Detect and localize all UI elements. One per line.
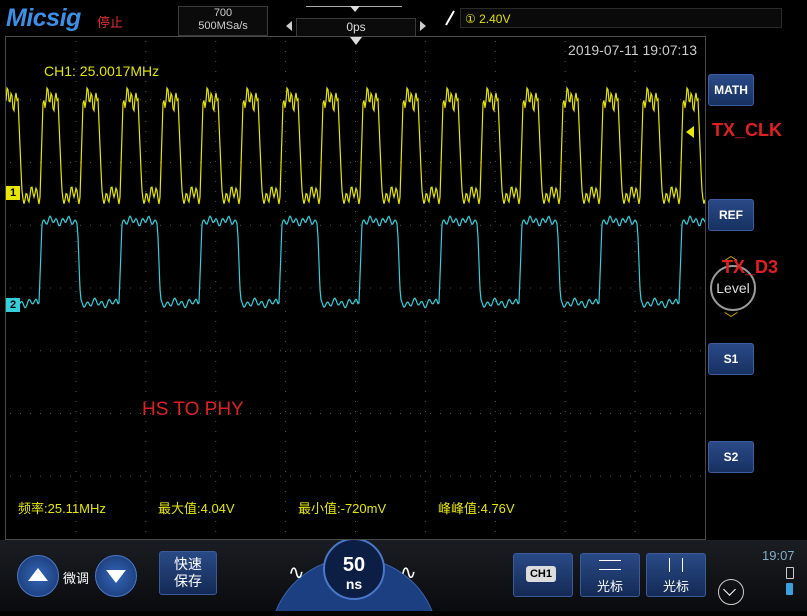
ch1-button-label: CH1 [526,566,556,582]
measurement-pkpk: 峰峰值:4.76V [438,501,515,516]
acquisition-info[interactable]: 700 500MSa/s [178,6,268,36]
tx-clk-label: TX_CLK [712,120,783,140]
timebase-value: 50 [342,554,366,576]
cursor-horizontal-button[interactable]: 光标 [580,553,640,597]
level-down-icon[interactable]: ﹀ [724,309,738,329]
tx-d3-label: TX_D3 [722,257,779,277]
ch2-marker-label: 2 [9,299,17,311]
measurement-max: 最大值:4.04V [158,501,235,516]
run-status[interactable]: 停止 [97,12,123,31]
ch1-frequency-readout: CH1: 25.0017MHz [44,63,160,79]
vertical-cursor-icon [669,558,683,572]
s1-button[interactable]: S1 [708,343,754,375]
menu-expand-button[interactable] [718,579,744,605]
time-offset[interactable]: 0ps [296,18,416,37]
fine-up-button[interactable] [17,555,59,597]
ch2-waveform [6,215,705,309]
rising-edge-icon [445,10,455,26]
ch1-button[interactable]: CH1 [513,553,573,597]
system-clock: 19:07 [762,548,795,563]
s2-button[interactable]: S2 [708,441,754,473]
down-arrow-icon [106,570,126,583]
waveforms [6,86,705,309]
waveform-display[interactable]: 2019-07-11 19:07:13 CH1: 25.0017MHz 1 2 … [5,36,706,540]
up-arrow-icon [28,568,48,581]
sample-rate: 500MSa/s [198,20,248,32]
ref-button[interactable]: REF [708,199,754,231]
quick-save-button[interactable]: 快速 保存 [159,551,217,595]
scroll-right-icon[interactable] [420,21,426,31]
horizontal-cursor-icon [599,560,621,570]
trigger-position-icon [350,6,360,12]
measurement-frequency: 频率:25.11MHz [18,501,106,516]
timebase-dial[interactable]: ∿ ∿ 50 ns [270,538,438,612]
annotation-label: HS TO PHY [142,399,244,420]
horizontal-position[interactable]: 0ps [286,4,426,37]
ch1-marker[interactable]: 1 [6,186,20,200]
timestamp: 2019-07-11 19:07:13 [568,42,697,58]
ch2-marker[interactable]: 2 [6,298,20,312]
trigger-info[interactable]: ① 2.40V [440,8,786,30]
chevron-down-icon [723,583,736,596]
scroll-left-icon[interactable] [286,21,292,31]
level-label: Level [716,280,750,296]
brand-logo: Micsig [6,4,81,32]
quick-save-line1: 快速 [174,556,202,572]
cursor-horizontal-label: 光标 [596,579,623,594]
cursor-vertical-label: 光标 [662,579,689,594]
measurement-min: 最小值:-720mV [298,501,387,516]
memory-depth: 700 [213,7,233,19]
trigger-marker-top-icon [350,37,362,45]
ch1-marker-label: 1 [9,187,17,199]
quick-save-line2: 保存 [174,573,202,589]
trigger-level: ① 2.40V [460,8,782,28]
timebase-unit: ns [345,576,363,592]
top-bar: Micsig 停止 700 500MSa/s 0ps ① 2.40V [0,0,807,37]
ch1-waveform [6,86,705,205]
fine-down-button[interactable] [95,555,137,597]
usb-icon [786,567,794,579]
battery-icon [786,583,793,595]
math-button[interactable]: MATH [708,74,754,106]
trigger-level-marker-icon [686,126,694,138]
cursor-vertical-button[interactable]: 光标 [646,553,706,597]
fine-tune-label: 微调 [63,571,90,586]
